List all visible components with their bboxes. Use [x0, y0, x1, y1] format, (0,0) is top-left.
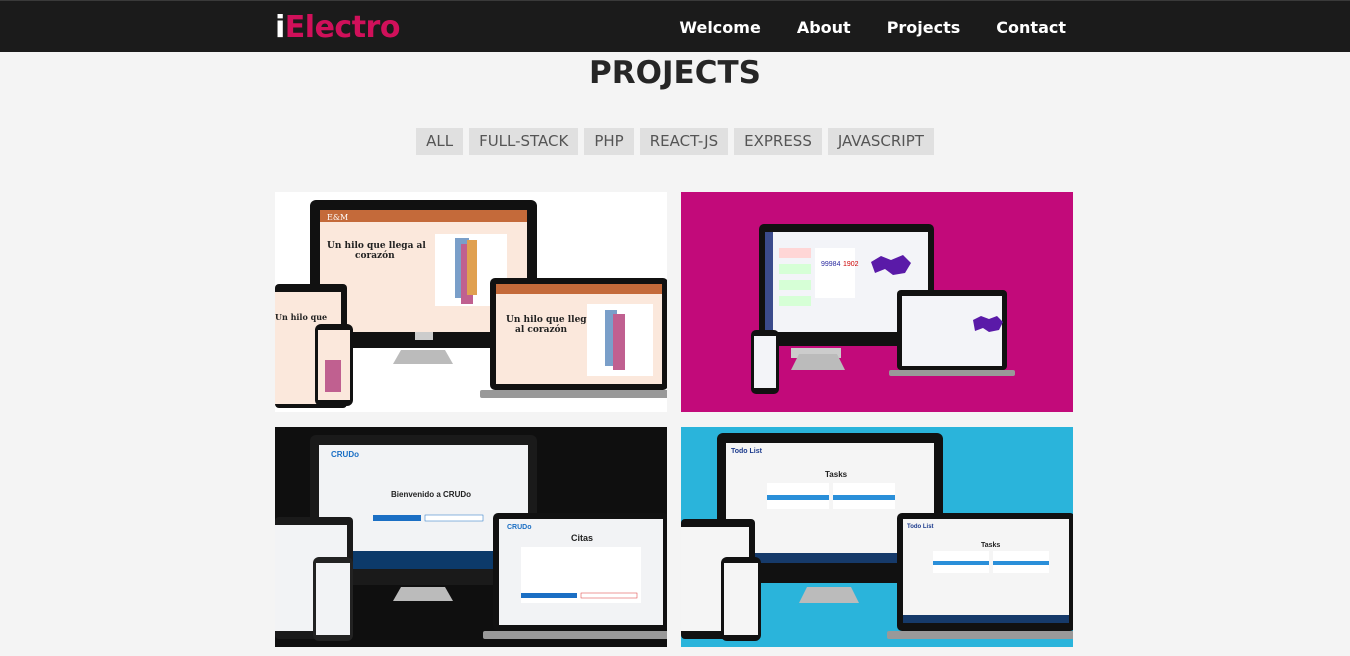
nav-links: Welcome About Projects Contact — [679, 1, 1066, 53]
em-logo: E&M — [327, 213, 348, 222]
crudo-sub: Citas — [571, 533, 593, 543]
svg-text:CRUDo: CRUDo — [507, 524, 532, 531]
nav-welcome[interactable]: Welcome — [679, 18, 760, 37]
nav-contact[interactable]: Contact — [996, 18, 1066, 37]
svg-text:Un hilo que llega: Un hilo que llega — [506, 315, 593, 325]
project-card-crudo[interactable]: CRUDo Bienvenido a CRUDo CRUDo Citas — [275, 427, 667, 647]
svg-text:corazón: corazón — [355, 250, 395, 261]
filter-php[interactable]: PHP — [584, 128, 634, 155]
nav-projects[interactable]: Projects — [887, 18, 961, 37]
filter-javascript[interactable]: JAVASCRIPT — [827, 128, 934, 155]
svg-text:Todo List: Todo List — [907, 524, 934, 530]
project-thumbnail: 99984 1902 — [681, 192, 1073, 412]
filter-react-js[interactable]: REACT-JS — [639, 128, 729, 155]
svg-text:Un hilo que: Un hilo que — [275, 312, 327, 322]
svg-text:al corazón: al corazón — [515, 324, 568, 335]
page-title: PROJECTS — [589, 55, 761, 91]
todo-headline: Tasks — [825, 470, 848, 479]
project-filters: ALL FULL-STACK PHP REACT-JS EXPRESS JAVA… — [0, 128, 1350, 155]
project-thumbnail: E&M Un hilo que llega al corazón Un hilo… — [275, 192, 667, 412]
filter-express[interactable]: EXPRESS — [734, 128, 822, 155]
crudo-headline: Bienvenido a CRUDo — [391, 490, 471, 499]
project-thumbnail: CRUDo Bienvenido a CRUDo CRUDo Citas — [275, 427, 667, 647]
svg-text:Un hilo que llega al: Un hilo que llega al — [327, 241, 426, 251]
svg-text:99984: 99984 — [821, 261, 841, 268]
navbar: iElectro Welcome About Projects Contact — [0, 0, 1350, 52]
nav-about[interactable]: About — [797, 18, 851, 37]
project-card-em[interactable]: E&M Un hilo que llega al corazón Un hilo… — [275, 192, 667, 412]
todo-logo: Todo List — [731, 448, 763, 455]
project-card-todo-list[interactable]: Todo List Tasks Todo List Tasks — [681, 427, 1073, 647]
filter-all[interactable]: ALL — [416, 128, 464, 155]
project-thumbnail: Todo List Tasks Todo List Tasks — [681, 427, 1073, 647]
crudo-logo: CRUDo — [331, 450, 359, 459]
svg-text:Tasks: Tasks — [981, 542, 1000, 549]
brand-logo[interactable]: iElectro — [275, 10, 400, 45]
svg-text:1902: 1902 — [843, 261, 859, 268]
filter-full-stack[interactable]: FULL-STACK — [469, 128, 579, 155]
project-card-covid-tracker[interactable]: 99984 1902 — [681, 192, 1073, 412]
